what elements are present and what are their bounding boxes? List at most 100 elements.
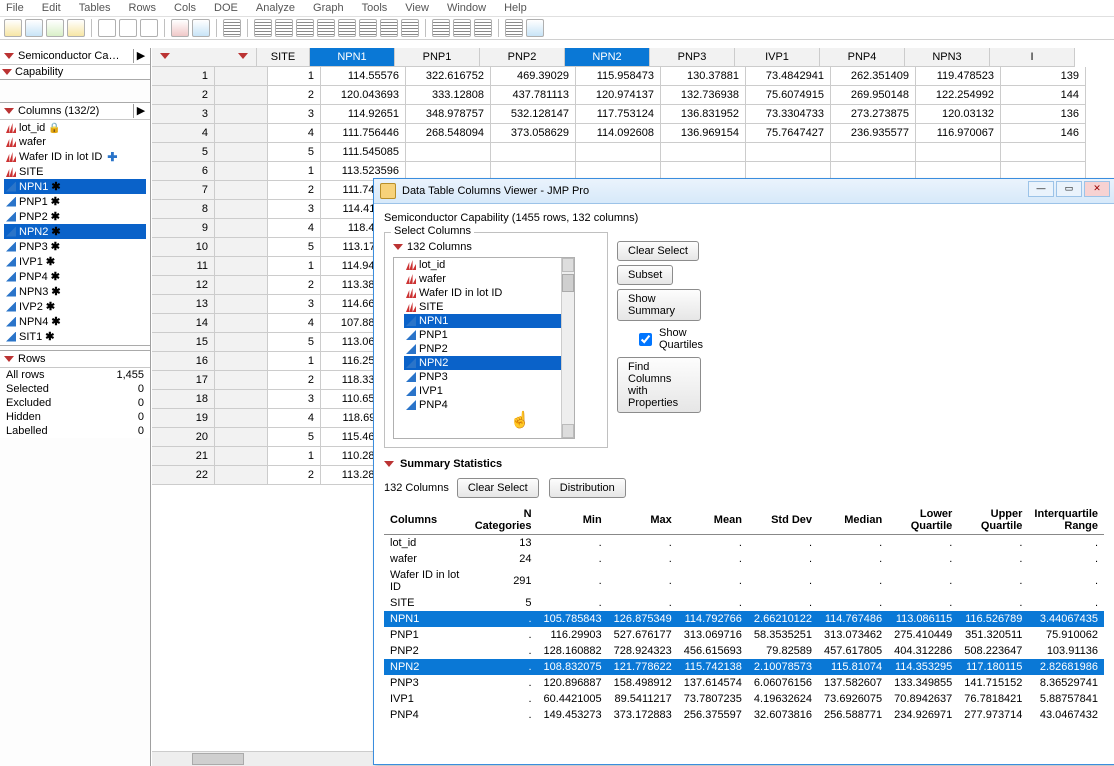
cell[interactable]: 4 xyxy=(268,219,321,238)
cell[interactable]: 122.254992 xyxy=(916,86,1001,105)
cell[interactable]: 2 xyxy=(268,466,321,485)
cell[interactable]: 5 xyxy=(268,238,321,257)
rows-header[interactable]: Rows xyxy=(0,351,150,368)
disclosure-icon[interactable] xyxy=(384,461,394,467)
tool-save-icon[interactable] xyxy=(46,19,64,37)
cell[interactable]: 437.781113 xyxy=(491,86,576,105)
stat-row-NPN2[interactable]: NPN2. 108.832075121.778622115.7421382.10… xyxy=(384,659,1104,675)
row-number[interactable]: 21 xyxy=(152,447,215,466)
row-marker[interactable] xyxy=(215,162,268,181)
columns-listbox[interactable]: lot_id wafer Wafer ID in lot ID SITE NPN… xyxy=(393,257,575,439)
cell[interactable] xyxy=(1001,143,1086,162)
column-item-NPN3[interactable]: NPN3✱ xyxy=(4,284,146,299)
tool-open-icon[interactable] xyxy=(25,19,43,37)
minimize-button[interactable]: — xyxy=(1028,181,1054,197)
chart-icon[interactable] xyxy=(223,19,241,37)
menu-help[interactable]: Help xyxy=(504,2,527,14)
stat-row-PNP3[interactable]: PNP3. 120.896887158.498912137.6145746.06… xyxy=(384,675,1104,691)
stat-row-PNP4[interactable]: PNP4. 149.453273373.172883256.37559732.6… xyxy=(384,707,1104,723)
column-item-lot_id[interactable]: lot_id🔒 xyxy=(4,121,146,135)
find-columns-button[interactable]: Find Columns with Properties xyxy=(617,357,701,413)
cell[interactable]: 120.974137 xyxy=(576,86,661,105)
dialog-column-wafer[interactable]: wafer xyxy=(404,272,574,286)
cell[interactable]: 114.55576 xyxy=(321,67,406,86)
row-number[interactable]: 18 xyxy=(152,390,215,409)
row-number[interactable]: 6 xyxy=(152,162,215,181)
cell[interactable]: 268.548094 xyxy=(406,124,491,143)
cell[interactable]: 2 xyxy=(268,276,321,295)
column-header-SITE[interactable]: SITE xyxy=(257,48,310,67)
tool-cut-icon[interactable] xyxy=(98,19,116,37)
chart-icon[interactable] xyxy=(526,19,544,37)
cell[interactable]: 532.128147 xyxy=(491,105,576,124)
row-marker[interactable] xyxy=(215,105,268,124)
cell[interactable] xyxy=(491,143,576,162)
column-header-I[interactable]: I xyxy=(990,48,1075,67)
menu-tools[interactable]: Tools xyxy=(362,2,388,14)
capability-link[interactable]: Capability xyxy=(0,65,150,79)
dialog-titlebar[interactable]: Data Table Columns Viewer - JMP Pro — ▭ … xyxy=(374,179,1114,204)
cell[interactable]: 119.478523 xyxy=(916,67,1001,86)
row-marker[interactable] xyxy=(215,390,268,409)
dialog-column-PNP3[interactable]: PNP3 xyxy=(404,370,574,384)
row-marker[interactable] xyxy=(215,371,268,390)
cell[interactable]: 1 xyxy=(268,162,321,181)
column-item-NPN2[interactable]: NPN2✱ xyxy=(4,224,146,239)
cell[interactable]: 348.978757 xyxy=(406,105,491,124)
scroll-up-icon[interactable] xyxy=(562,258,574,272)
cell[interactable]: 114.092608 xyxy=(576,124,661,143)
stat-row-Wafer ID in lot ID[interactable]: Wafer ID in lot ID291 ........ xyxy=(384,567,1104,595)
cell[interactable]: 269.950148 xyxy=(831,86,916,105)
dialog-column-PNP1[interactable]: PNP1 xyxy=(404,328,574,342)
rows-all rows[interactable]: All rows1,455 xyxy=(0,368,150,382)
column-header-IVP1[interactable]: IVP1 xyxy=(735,48,820,67)
column-item-wafer[interactable]: wafer xyxy=(4,135,146,149)
subset-button[interactable]: Subset xyxy=(617,265,673,285)
column-header-NPN1[interactable]: NPN1 xyxy=(310,48,395,67)
row-number[interactable]: 3 xyxy=(152,105,215,124)
project-header[interactable]: Semiconductor Ca… ▶ xyxy=(0,48,150,65)
dialog-column-Wafer ID in lot ID[interactable]: Wafer ID in lot ID xyxy=(404,286,574,300)
column-header-NPN2[interactable]: NPN2 xyxy=(565,48,650,67)
cell[interactable]: 114.92651 xyxy=(321,105,406,124)
cell[interactable]: 117.753124 xyxy=(576,105,661,124)
cell[interactable]: 132.736938 xyxy=(661,86,746,105)
chart-icon[interactable] xyxy=(296,19,314,37)
chart-icon[interactable] xyxy=(432,19,450,37)
row-marker[interactable] xyxy=(215,314,268,333)
clear-select-button[interactable]: Clear Select xyxy=(617,241,699,261)
row-number[interactable]: 19 xyxy=(152,409,215,428)
close-button[interactable]: ✕ xyxy=(1084,181,1110,197)
expand-icon[interactable]: ▶ xyxy=(133,104,148,118)
cell[interactable]: 4 xyxy=(268,409,321,428)
cell[interactable] xyxy=(661,143,746,162)
row-marker[interactable] xyxy=(215,86,268,105)
row-marker[interactable] xyxy=(215,143,268,162)
cell[interactable]: 111.545085 xyxy=(321,143,406,162)
cell[interactable]: 2 xyxy=(268,86,321,105)
cell[interactable]: 146 xyxy=(1001,124,1086,143)
column-header-PNP1[interactable]: PNP1 xyxy=(395,48,480,67)
stat-row-lot_id[interactable]: lot_id13 ........ xyxy=(384,535,1104,552)
disclosure-icon[interactable] xyxy=(4,356,14,362)
row-marker[interactable] xyxy=(215,67,268,86)
cell[interactable]: 1 xyxy=(268,352,321,371)
row-number[interactable]: 17 xyxy=(152,371,215,390)
cell[interactable]: 3 xyxy=(268,390,321,409)
cell[interactable] xyxy=(831,143,916,162)
distribution-button[interactable]: Distribution xyxy=(549,478,626,498)
show-quartiles-checkbox[interactable]: Show Quartiles xyxy=(635,327,703,351)
chart-icon[interactable] xyxy=(474,19,492,37)
row-number[interactable]: 10 xyxy=(152,238,215,257)
column-item-PNP4[interactable]: PNP4✱ xyxy=(4,269,146,284)
cell[interactable]: 5 xyxy=(268,428,321,447)
tool-copy-icon[interactable] xyxy=(119,19,137,37)
menu-cols[interactable]: Cols xyxy=(174,2,196,14)
dialog-column-lot_id[interactable]: lot_id xyxy=(404,258,574,272)
chart-icon[interactable] xyxy=(505,19,523,37)
column-item-Wafer ID in lot ID[interactable]: Wafer ID in lot ID✚ xyxy=(4,149,146,165)
cell[interactable]: 322.616752 xyxy=(406,67,491,86)
cell[interactable]: 130.37881 xyxy=(661,67,746,86)
chart-icon[interactable] xyxy=(359,19,377,37)
rows-hidden[interactable]: Hidden0 xyxy=(0,410,150,424)
